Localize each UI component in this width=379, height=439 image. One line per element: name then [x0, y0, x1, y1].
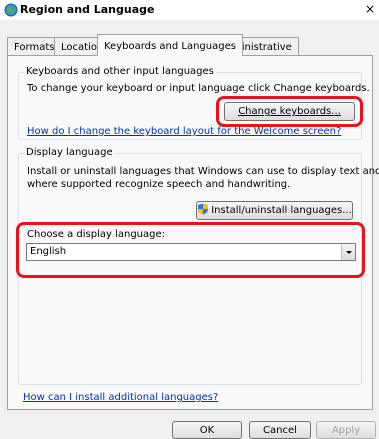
- install-uninstall-languages-button[interactable]: Install/uninstall languages...: [196, 201, 353, 220]
- tab-keyboards-and-languages[interactable]: Keyboards and Languages: [97, 34, 243, 56]
- install-additional-languages-link[interactable]: How can I install additional languages?: [23, 392, 218, 403]
- display-description-line1: Install or uninstall languages that Wind…: [27, 166, 379, 177]
- install-uninstall-label: Install/uninstall languages...: [211, 205, 352, 216]
- highlight-display-language: [16, 222, 365, 278]
- keyboards-description: To change your keyboard or input languag…: [27, 83, 370, 94]
- ok-button[interactable]: OK: [172, 421, 242, 439]
- display-language-legend: Display language: [24, 147, 115, 158]
- globe-icon: [4, 3, 18, 17]
- welcome-screen-layout-link[interactable]: How do I change the keyboard layout for …: [27, 126, 341, 137]
- keyboards-group-legend: Keyboards and other input languages: [24, 66, 216, 77]
- window-title: Region and Language: [20, 3, 155, 16]
- cancel-button[interactable]: Cancel: [249, 421, 311, 439]
- shield-icon: [198, 203, 209, 215]
- display-description-line2: where supported recognize speech and han…: [27, 179, 291, 190]
- apply-button[interactable]: Apply: [316, 421, 376, 439]
- title-bar: Region and Language ×: [0, 0, 379, 20]
- highlight-change-keyboards: [216, 96, 363, 127]
- close-button[interactable]: ×: [363, 2, 377, 17]
